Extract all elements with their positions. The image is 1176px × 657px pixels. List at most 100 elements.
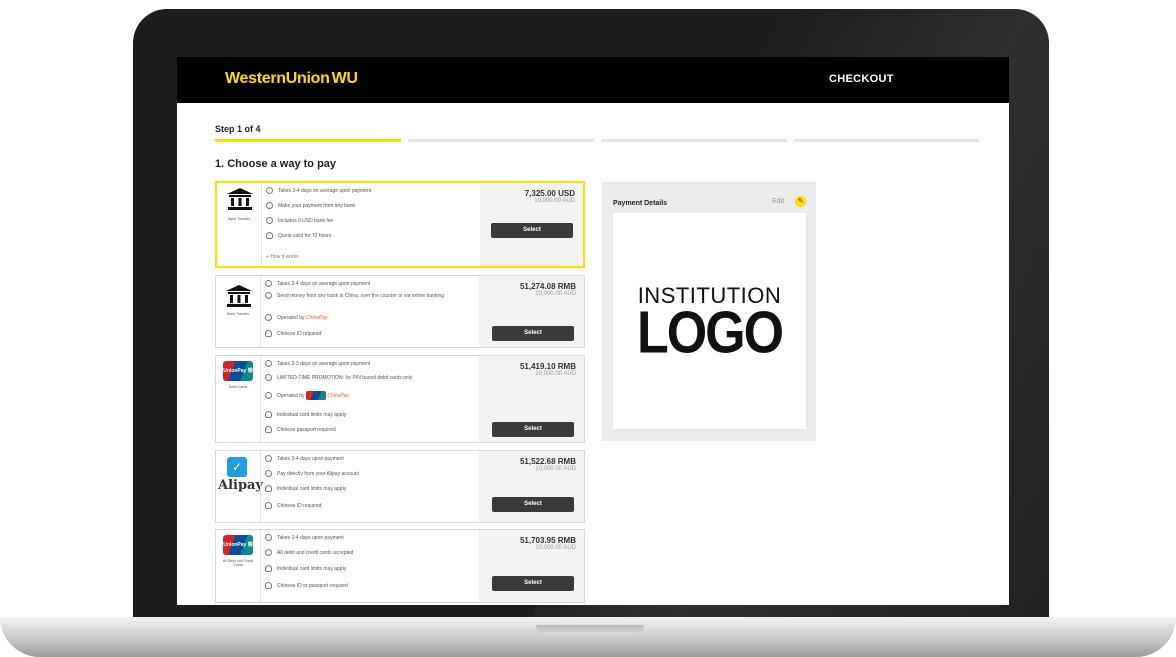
option-price-panel: 51,522.68 RMB 10,000.00 AUD Select <box>479 451 584 522</box>
feature-row: Chinese ID or passport required <box>265 582 475 589</box>
option-logo: UnionPay 银联 All Debit and Credit Cards <box>216 530 260 602</box>
progress-segment-2 <box>408 139 594 142</box>
alipay-wordmark: Alipay <box>218 478 264 493</box>
option-price: 51,703.95 RMB <box>519 536 576 545</box>
bulb-icon <box>265 502 272 509</box>
feature-row: Includes 0 USD bank fee <box>266 217 476 224</box>
check-icon <box>265 314 272 321</box>
check-icon <box>266 202 273 209</box>
clock-icon <box>265 360 272 367</box>
payment-option-bank-transfer-usd[interactable]: Bank Transfer Takes 3-4 days on average … <box>215 181 585 268</box>
option-logo: Bank Transfer <box>216 276 260 347</box>
option-caption: Bank Transfer <box>228 217 250 221</box>
feature-row: Chinese ID required <box>265 330 475 337</box>
payment-option-alipay[interactable]: ✓ Alipay Takes 3-4 days upon payment Pay… <box>215 450 585 523</box>
top-bar: WesternUnion WU CHECKOUT <box>177 57 1009 103</box>
option-price-panel: 51,703.95 RMB 10,000.00 AUD Select <box>479 530 584 602</box>
brand-logo[interactable]: WesternUnion WU <box>225 70 358 88</box>
option-price-panel: 51,419.10 RMB 10,000.00 AUD Select <box>479 356 584 442</box>
section-title: 1. Choose a way to pay <box>215 158 337 170</box>
option-amount: 10,000.00 AUD <box>535 291 576 297</box>
check-icon <box>266 217 273 224</box>
option-price: 51,419.10 RMB <box>519 362 576 371</box>
option-caption: All Debit and Credit Cards <box>222 559 254 567</box>
check-icon <box>265 374 272 381</box>
feature-row: Individual card limits may apply <box>265 411 475 418</box>
bulb-icon <box>265 426 272 433</box>
option-amount: 10,000.00 AUD <box>535 466 576 472</box>
check-icon <box>265 392 272 399</box>
unionpay-icon: UnionPay 银联 <box>223 361 253 394</box>
laptop-notch <box>536 625 644 635</box>
clock-icon <box>265 455 272 462</box>
payment-details-panel: Payment Details Edit ✎ INSTITUTION LOGO <box>602 182 816 441</box>
feature-row: Quote valid for 72 hours <box>266 232 476 239</box>
feature-row: Chinese ID required <box>265 502 475 509</box>
option-caption: Debit Cards <box>228 385 248 389</box>
bulb-icon <box>266 232 273 239</box>
option-price-panel: 51,274.08 RMB 10,000.00 AUD Select <box>479 276 584 347</box>
chinapay-logo: ChinaPay <box>305 314 328 321</box>
check-icon <box>265 292 272 299</box>
select-button[interactable]: Select <box>492 576 574 591</box>
clock-icon <box>265 280 272 287</box>
bulb-icon <box>265 582 272 589</box>
unionpay-icon: UnionPay 银联 <box>223 535 253 568</box>
select-button[interactable]: Select <box>492 497 574 512</box>
select-button[interactable]: Select <box>491 223 573 238</box>
option-amount: 10,000.00 AUD <box>534 198 575 204</box>
payment-option-unionpay-debit[interactable]: UnionPay 银联 Debit Cards Takes 2-3 days o… <box>215 355 585 443</box>
clock-icon <box>265 534 272 541</box>
bulb-icon <box>265 330 272 337</box>
feature-row: All debit and credit cards accepted <box>265 549 475 556</box>
brand-mark: WU <box>331 70 358 87</box>
progress-segment-3 <box>601 139 787 142</box>
option-features: Takes 2-4 days upon payment All debit an… <box>260 530 480 602</box>
payment-option-bank-transfer-rmb[interactable]: Bank Transfer Takes 2-4 days on average … <box>215 275 585 348</box>
feature-row: Send money from any bank in China, over … <box>265 292 475 299</box>
option-caption: Bank Transfer <box>227 312 249 316</box>
feature-row: LIMITED-TIME PROMOTION: for PIN based de… <box>265 374 475 381</box>
option-amount: 10,000.00 AUD <box>535 371 576 377</box>
feature-row: Takes 2-4 days on average upon payment <box>265 280 475 287</box>
progress-bar <box>215 139 979 142</box>
option-features: Takes 3-4 days on average upon payment M… <box>261 183 481 266</box>
feature-row: Individual card limits may apply <box>265 565 475 572</box>
option-logo: UnionPay 银联 Debit Cards <box>216 356 260 442</box>
institution-logo-line2: LOGO <box>636 299 784 367</box>
clock-icon <box>266 187 273 194</box>
alipay-icon: ✓ <box>227 457 247 477</box>
laptop-lid: WesternUnion WU CHECKOUT Step 1 of 4 1. C… <box>133 9 1049 633</box>
edit-link[interactable]: Edit <box>772 198 784 205</box>
check-icon <box>265 470 272 477</box>
option-logo: ✓ Alipay <box>216 451 264 522</box>
bulb-icon <box>265 411 272 418</box>
payment-option-unionpay-all-cards[interactable]: UnionPay 银联 All Debit and Credit Cards T… <box>215 529 585 603</box>
laptop-screen: WesternUnion WU CHECKOUT Step 1 of 4 1. C… <box>177 57 1009 605</box>
chinapay-logo: ChinaPay <box>327 392 349 399</box>
option-logo: Bank Transfer <box>217 183 261 266</box>
pencil-icon[interactable]: ✎ <box>795 196 806 207</box>
bulb-icon <box>265 565 272 572</box>
option-price: 51,274.08 RMB <box>519 282 576 291</box>
select-button[interactable]: Select <box>492 326 574 341</box>
feature-row: Operated by ChinaPay <box>265 391 475 400</box>
progress-segment-1 <box>215 139 401 142</box>
check-icon <box>265 549 272 556</box>
feature-row: Takes 2-4 days upon payment <box>265 534 475 541</box>
option-price: 51,522.68 RMB <box>519 457 576 466</box>
select-button[interactable]: Select <box>492 422 574 437</box>
payment-details-title: Payment Details <box>613 200 668 207</box>
option-features: Takes 3-4 days upon payment Pay directly… <box>260 451 480 522</box>
checkout-title: CHECKOUT <box>829 73 894 85</box>
feature-row: Takes 3-4 days on average upon payment <box>266 187 476 194</box>
option-amount: 10,000.00 AUD <box>535 545 576 551</box>
feature-row: Individual card limits may apply <box>265 485 475 492</box>
step-indicator: Step 1 of 4 <box>215 124 261 134</box>
laptop-base <box>0 617 1176 657</box>
option-price-panel: 7,325.00 USD 10,000.00 AUD Select <box>480 183 583 266</box>
brand-name: WesternUnion <box>225 70 330 87</box>
institution-logo: INSTITUTION LOGO <box>613 213 806 429</box>
how-it-works-link[interactable]: + How it works <box>266 254 299 260</box>
bank-icon <box>227 188 253 210</box>
